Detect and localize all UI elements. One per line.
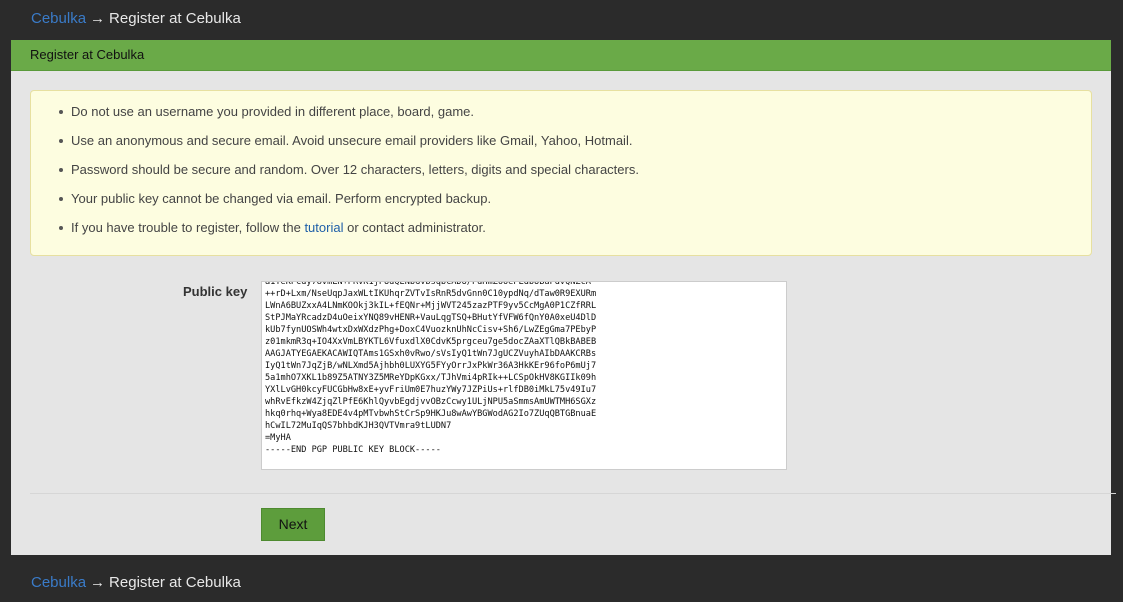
notice-list: Do not use an username you provided in d… <box>59 103 639 248</box>
register-panel: Register at Cebulka Do not use an userna… <box>11 40 1116 555</box>
breadcrumb-current: Register at Cebulka <box>109 10 241 27</box>
bullet-icon <box>59 139 63 143</box>
bullet-icon <box>59 110 63 114</box>
breadcrumb-bottom: Cebulka → Register at Cebulka <box>31 573 241 593</box>
bullet-icon <box>59 197 63 201</box>
breadcrumb-top: Cebulka → Register at Cebulka <box>31 9 241 29</box>
registration-notice: Do not use an username you provided in d… <box>30 90 1092 256</box>
public-key-value: a1TeKPCdy78vmLN+PRvK1jPUdQENbGvbsqbCADU/… <box>265 281 597 455</box>
breadcrumb-current: Register at Cebulka <box>109 574 241 591</box>
panel-title: Register at Cebulka <box>11 40 1111 71</box>
bullet-icon <box>59 168 63 172</box>
bullet-icon <box>59 226 63 230</box>
notice-item: If you have trouble to register, follow … <box>59 219 639 248</box>
breadcrumb-home-link[interactable]: Cebulka <box>31 574 86 591</box>
breadcrumb-arrow: → <box>90 10 106 27</box>
tutorial-link[interactable]: tutorial <box>304 220 343 235</box>
notice-item: Your public key cannot be changed via em… <box>59 190 639 219</box>
notice-item: Do not use an username you provided in d… <box>59 103 639 132</box>
notice-item: Use an anonymous and secure email. Avoid… <box>59 132 639 161</box>
form-divider <box>30 493 1116 494</box>
breadcrumb-arrow: → <box>90 574 106 591</box>
notice-item: Password should be secure and random. Ov… <box>59 161 639 190</box>
next-button[interactable]: Next <box>261 508 325 541</box>
public-key-label: Public key <box>183 284 248 299</box>
breadcrumb-home-link[interactable]: Cebulka <box>31 10 86 27</box>
public-key-textarea[interactable]: a1TeKPCdy78vmLN+PRvK1jPUdQENbGvbsqbCADU/… <box>261 281 787 470</box>
